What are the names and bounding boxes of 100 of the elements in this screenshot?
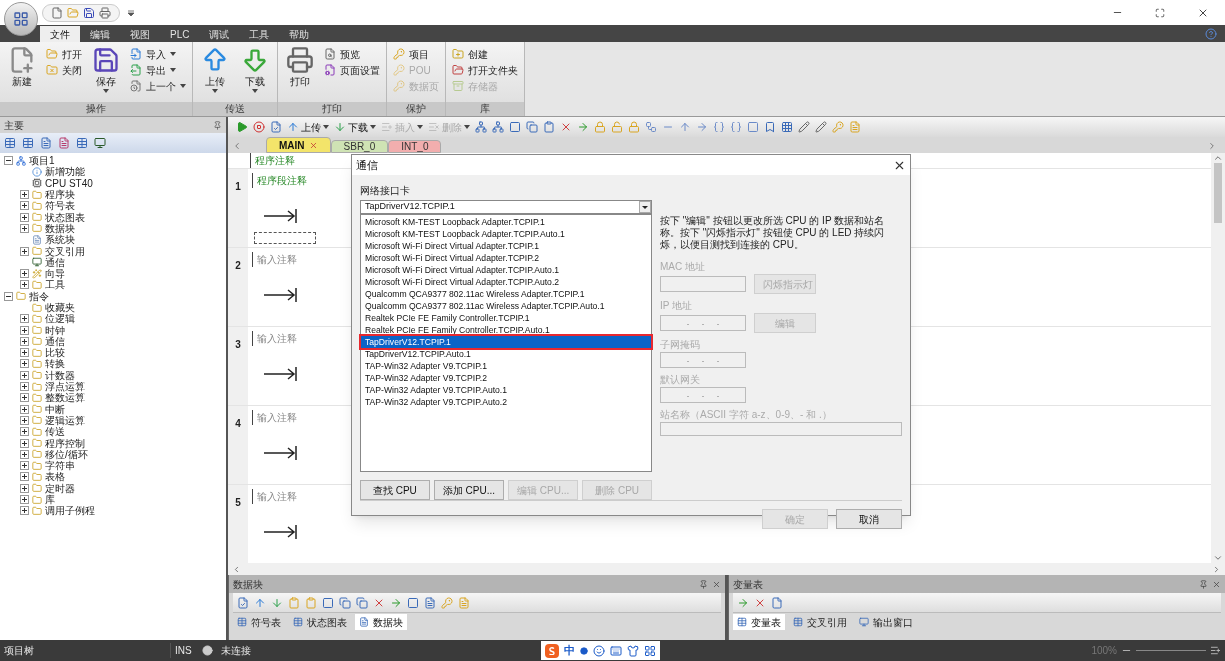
ribbon-button[interactable]: 打开: [44, 46, 84, 62]
pin-icon[interactable]: [1199, 579, 1208, 589]
scroll-down-icon[interactable]: [1213, 553, 1223, 563]
tree-item[interactable]: 库: [45, 494, 55, 506]
tree-item[interactable]: 调用子例程: [45, 505, 95, 517]
toolbar-button[interactable]: 上传: [287, 119, 329, 135]
help-icon[interactable]: [1205, 28, 1217, 40]
grid-icon[interactable]: [781, 121, 793, 133]
document-icon[interactable]: [771, 596, 783, 609]
pin-icon[interactable]: [213, 120, 222, 130]
expand-icon[interactable]: [20, 325, 29, 335]
tree-item[interactable]: 逻辑运算: [45, 414, 85, 426]
tree-item[interactable]: 新增功能: [45, 166, 85, 178]
panel-tab[interactable]: 交叉引用: [789, 614, 851, 630]
text-field[interactable]: [660, 276, 746, 292]
ribbon-button[interactable]: 打印: [282, 46, 318, 89]
network-icon[interactable]: [475, 121, 487, 133]
arrow-up-icon[interactable]: [254, 596, 266, 609]
expand-icon[interactable]: [20, 382, 29, 392]
expand-icon[interactable]: [20, 246, 29, 256]
arrow-down-icon[interactable]: [271, 596, 283, 609]
tree-item[interactable]: 字符串: [45, 460, 75, 472]
expand-icon[interactable]: [20, 393, 29, 403]
menu-tab[interactable]: 文件: [40, 26, 80, 42]
expand-icon[interactable]: [20, 314, 29, 324]
tree-item[interactable]: 定时器: [45, 482, 75, 494]
check-icon[interactable]: [237, 596, 249, 609]
expand-icon[interactable]: [20, 223, 29, 233]
network-comment[interactable]: 输入注释: [252, 252, 298, 268]
clipboard-icon[interactable]: [288, 596, 300, 609]
tree-item[interactable]: 时钟: [45, 324, 65, 336]
network-comment[interactable]: 输入注释: [252, 331, 298, 347]
ribbon-button[interactable]: 项目: [391, 46, 441, 62]
tree-item[interactable]: 移位/循环: [45, 448, 88, 460]
list-item[interactable]: Microsoft Wi-Fi Direct Virtual Adapter.TCPIP.1: [361, 240, 651, 252]
pencil-icon[interactable]: [815, 121, 827, 133]
list-item[interactable]: Microsoft KM-TEST Loopback Adapter.TCPIP.Auto.1: [361, 228, 651, 240]
copy-icon[interactable]: [526, 121, 538, 133]
tree-item[interactable]: 程序控制: [45, 437, 85, 449]
document-icon[interactable]: [40, 137, 52, 149]
network-comment[interactable]: 程序段注释: [252, 173, 316, 189]
ribbon-button[interactable]: 导入: [128, 46, 188, 62]
network-comment[interactable]: 输入注释: [252, 489, 298, 505]
expand-icon[interactable]: [20, 201, 29, 211]
tree-item[interactable]: 交叉引用: [45, 245, 85, 257]
list-item[interactable]: Qualcomm QCA9377 802.11ac Wireless Adapter.TCPIP.Auto.1: [361, 300, 651, 312]
tree-item[interactable]: CPU ST40: [45, 177, 93, 189]
scroll-thumb[interactable]: [1214, 163, 1222, 223]
dialog-button[interactable]: 取消: [836, 509, 902, 529]
ribbon-button[interactable]: 上一个: [128, 78, 188, 94]
ribbon-button[interactable]: 保存: [88, 46, 124, 93]
list-item[interactable]: TAP-Win32 Adapter V9.TCPIP.2: [361, 372, 651, 384]
expand-icon[interactable]: [20, 370, 29, 380]
tree-item[interactable]: 符号表: [45, 200, 75, 212]
pin-icon[interactable]: [699, 579, 708, 589]
panel-tab[interactable]: 数据块: [355, 614, 407, 630]
menu-tab[interactable]: 调试: [199, 26, 240, 42]
list-item[interactable]: Realtek PCIe FE Family Controller.TCPIP.Auto.1: [361, 324, 651, 336]
tree-item[interactable]: 浮点运算: [45, 381, 85, 393]
list-item[interactable]: TapDriverV12.TCPIP.Auto.1: [361, 348, 651, 360]
table-icon[interactable]: [4, 137, 16, 149]
table-icon[interactable]: [22, 137, 34, 149]
expand-icon[interactable]: [20, 495, 29, 505]
tree-item[interactable]: 中断: [45, 403, 65, 415]
monitor-icon[interactable]: [94, 137, 106, 149]
tree-item[interactable]: 位逻辑: [45, 313, 75, 325]
list-item[interactable]: Qualcomm QCA9377 802.11ac Wireless Adapter.TCPIP.1: [361, 288, 651, 300]
ribbon-button[interactable]: 创建: [450, 46, 520, 62]
menu-tab[interactable]: 视图: [120, 26, 160, 42]
list-item[interactable]: Microsoft Wi-Fi Direct Virtual Adapter.TCPIP.Auto.2: [361, 276, 651, 288]
collapse-icon[interactable]: [4, 291, 13, 301]
panel-tab[interactable]: 变量表: [733, 614, 785, 630]
bookmark-icon[interactable]: [764, 121, 776, 133]
ribbon-button[interactable]: 页面设置: [322, 62, 382, 78]
branch-icon[interactable]: [645, 121, 657, 133]
list-item[interactable]: TAP-Win32 Adapter V9.TCPIP.Auto.1: [361, 384, 651, 396]
list-item[interactable]: TAP-Win32 Adapter V9.TCPIP.Auto.2: [361, 396, 651, 408]
shirt-icon[interactable]: [627, 644, 639, 657]
copy-icon[interactable]: [339, 596, 351, 609]
tree-item[interactable]: 通信: [45, 335, 65, 347]
caret-icon[interactable]: [128, 9, 134, 16]
list-item[interactable]: TAP-Win32 Adapter V9.TCPIP.1: [361, 360, 651, 372]
expand-icon[interactable]: [20, 438, 29, 448]
menu-tab[interactable]: 工具: [239, 26, 280, 42]
editor-tab[interactable]: MAIN: [266, 137, 331, 153]
maximize-icon[interactable]: [1155, 7, 1165, 18]
ribbon-button[interactable]: 上传: [197, 46, 233, 93]
box-icon[interactable]: [407, 596, 419, 609]
menu-tab[interactable]: PLC: [160, 26, 200, 42]
box-icon[interactable]: [747, 121, 759, 133]
tree-item[interactable]: 转换: [45, 358, 65, 370]
tree-item[interactable]: 向导: [45, 268, 65, 280]
tree-item[interactable]: 传送: [45, 426, 65, 438]
square-icon[interactable]: [322, 596, 334, 609]
expand-icon[interactable]: [20, 427, 29, 437]
menu-tab[interactable]: 编辑: [80, 26, 120, 42]
ribbon-button[interactable]: 下载: [237, 46, 273, 93]
network-comment[interactable]: 输入注释: [252, 410, 298, 426]
expand-icon[interactable]: [20, 483, 29, 493]
chevron-left-icon[interactable]: [232, 141, 242, 151]
